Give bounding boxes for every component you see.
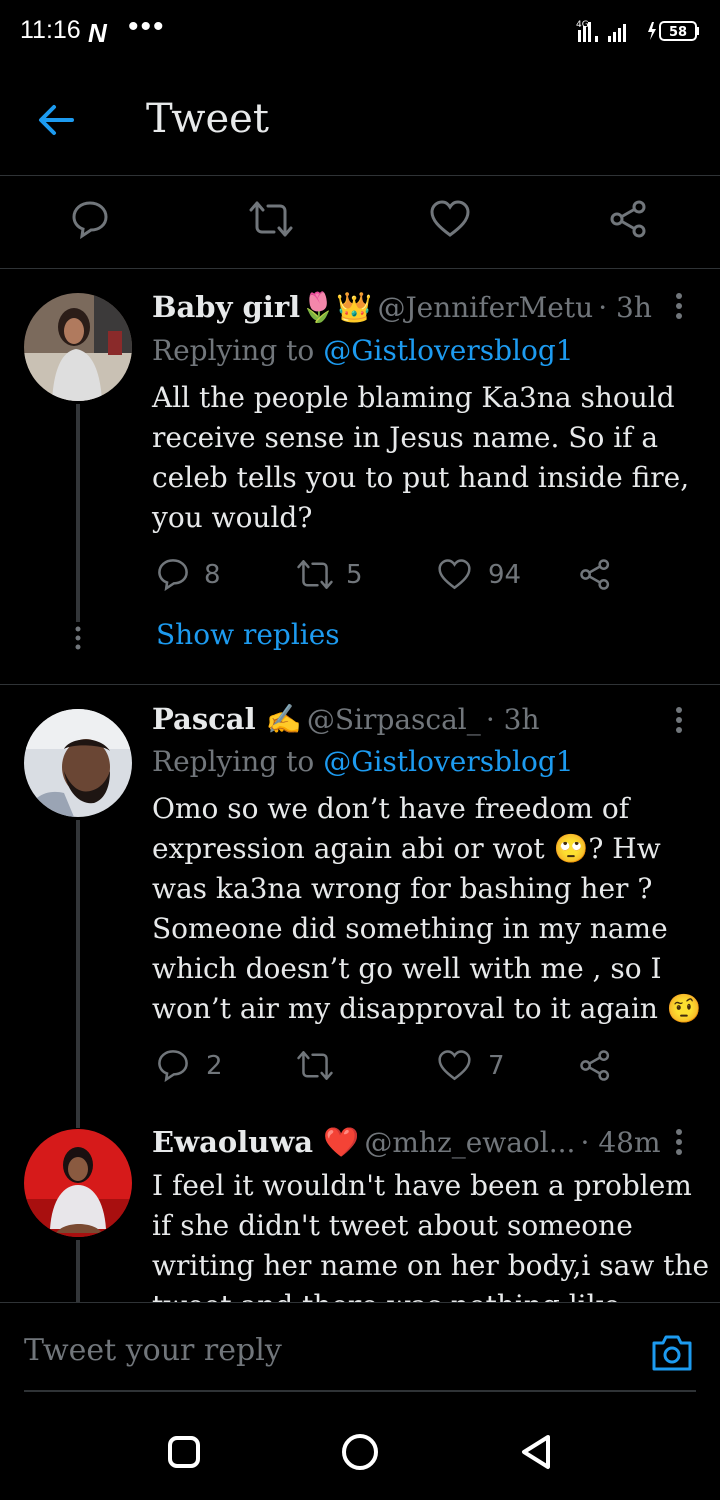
display-name[interactable]: Ewaoluwa ❤️ — [152, 1125, 359, 1159]
tweet-text-line: I feel it wouldn't have been a problem — [152, 1169, 692, 1202]
retweet-icon[interactable] — [296, 1049, 334, 1082]
reply-icon[interactable] — [70, 199, 110, 239]
tweet-text-line: was ka3na wrong for bashing her ? — [152, 872, 653, 905]
back-nav-icon[interactable] — [518, 1432, 554, 1472]
like-icon[interactable] — [429, 199, 471, 239]
retweet-icon[interactable] — [248, 199, 294, 239]
thread-line — [76, 820, 80, 1128]
show-replies-link[interactable]: Show replies — [156, 618, 340, 651]
tweet-menu-icon[interactable] — [672, 706, 686, 736]
app-notification-icon: N — [88, 18, 107, 48]
divider — [0, 268, 720, 269]
tweet-text: Omo so we don’t have freedom of expressi… — [152, 789, 712, 1029]
replying-to: Replying to @Gistloversblog1 — [152, 334, 574, 367]
tweet-time: · 48m — [580, 1126, 661, 1159]
retweet-count: 5 — [346, 560, 363, 590]
reply-icon[interactable] — [156, 557, 190, 591]
replying-to: Replying to @Gistloversblog1 — [152, 745, 574, 778]
reply-icon[interactable] — [156, 1048, 190, 1082]
thread-line — [76, 1240, 80, 1302]
tweet-text-line: All the people blaming Ka3na should — [152, 381, 675, 414]
battery-level: 58 — [669, 25, 687, 40]
tweet-text-line: which doesn’t go well with me , so I — [152, 952, 662, 985]
avatar[interactable] — [24, 293, 132, 401]
replying-to-mention[interactable]: @Gistloversblog1 — [323, 334, 573, 367]
signal-icon: 4G — [576, 18, 638, 44]
replying-to-label: Replying to — [152, 745, 315, 778]
replying-to-mention[interactable]: @Gistloversblog1 — [323, 745, 573, 778]
tweet-text-line: expression again abi or wot 🙄? Hw — [152, 832, 661, 865]
tweet-header: Ewaoluwa ❤️ @mhz_ewaol... · 48m — [152, 1125, 661, 1160]
user-handle[interactable]: @Sirpascal_ — [307, 703, 481, 736]
retweet-icon[interactable] — [296, 558, 334, 591]
replying-to-label: Replying to — [152, 334, 315, 367]
back-arrow-icon[interactable] — [38, 104, 74, 136]
tweet-text-line: writing her name on her body,i saw the — [152, 1249, 710, 1282]
tweet-header: Baby girl🌷👑 @JenniferMetu · 3h — [152, 290, 652, 325]
tweet-text-line: Omo so we don’t have freedom of — [152, 792, 630, 825]
tweet-menu-icon[interactable] — [672, 1128, 686, 1158]
tweet-time: · 3h — [485, 703, 540, 736]
tweet-time: · 3h — [598, 291, 652, 324]
tweet-text-line: if she didn't tweet about someone — [152, 1209, 633, 1242]
status-bar: 11:16 N ••• 4G 58 — [0, 0, 720, 62]
recents-icon[interactable] — [166, 1434, 202, 1470]
thread-line — [76, 404, 80, 622]
share-icon[interactable] — [608, 199, 650, 239]
network-type-label: 4G — [576, 20, 589, 30]
share-icon[interactable] — [578, 558, 613, 591]
tweet-text-line: Someone did something in my name — [152, 912, 668, 945]
display-name[interactable]: Baby girl🌷👑 — [152, 290, 372, 324]
reply-count: 2 — [206, 1051, 223, 1081]
like-icon[interactable] — [437, 558, 472, 591]
battery-icon: 58 — [646, 20, 700, 42]
more-notifications-icon: ••• — [128, 10, 166, 43]
avatar[interactable] — [24, 709, 132, 817]
tweet-text-line: receive sense in Jesus name. So if a — [152, 421, 659, 454]
tweet-menu-icon[interactable] — [672, 292, 686, 322]
camera-icon[interactable] — [650, 1333, 694, 1373]
divider — [0, 684, 720, 685]
divider — [24, 1390, 696, 1392]
like-count: 7 — [488, 1051, 505, 1081]
like-icon[interactable] — [437, 1049, 472, 1082]
tweet-text: All the people blaming Ka3na should rece… — [152, 378, 692, 538]
reply-input[interactable]: Tweet your reply — [24, 1333, 282, 1368]
tweet-text-line: you would? — [152, 501, 313, 534]
user-handle[interactable]: @mhz_ewaol... — [364, 1126, 575, 1159]
avatar[interactable] — [24, 1129, 132, 1237]
tweet-header: Pascal ✍ @Sirpascal_ · 3h — [152, 702, 540, 737]
status-time: 11:16 — [20, 16, 81, 44]
tweet-text-line: won’t air my disapproval to it again 🤨 — [152, 992, 702, 1025]
user-handle[interactable]: @JenniferMetu — [377, 291, 593, 324]
tweet-text-line: celeb tells you to put hand inside fire, — [152, 461, 690, 494]
home-icon[interactable] — [340, 1432, 380, 1472]
display-name[interactable]: Pascal ✍ — [152, 702, 302, 736]
page-title: Tweet — [146, 96, 269, 142]
thread-more-icon[interactable] — [73, 626, 83, 650]
share-icon[interactable] — [578, 1049, 613, 1082]
reply-count: 8 — [204, 560, 221, 590]
like-count: 94 — [488, 560, 522, 590]
